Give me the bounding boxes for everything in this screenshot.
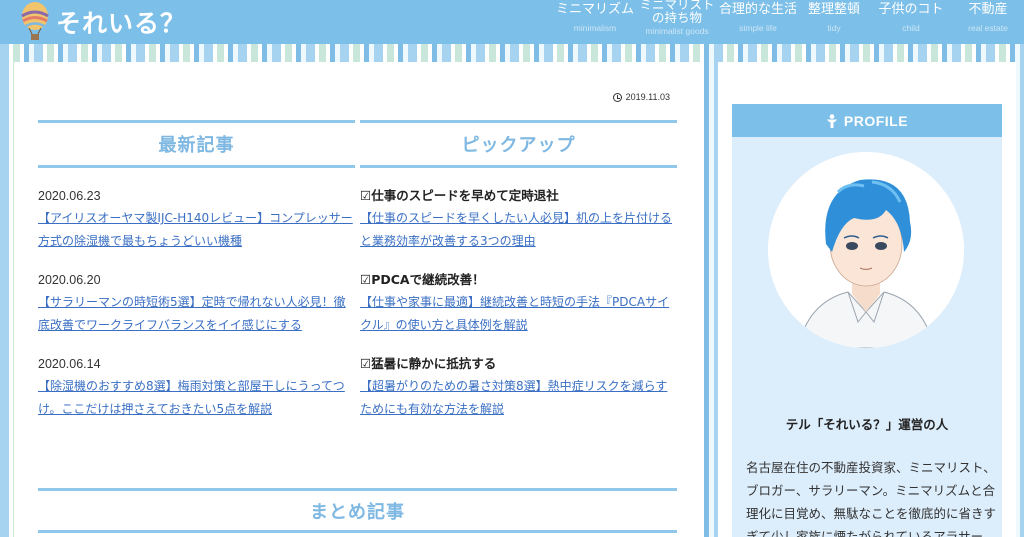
- entry-date: 2020.06.20: [38, 273, 101, 287]
- site-header: それいる？ ミニマリズム minimalism ミニマリスト の持ち物 minim…: [0, 0, 1024, 44]
- nav-label: 子供のコト: [878, 2, 944, 17]
- entry-date: 2020.06.23: [38, 189, 101, 203]
- list-item: 2020.06.23 【アイリスオーヤマ製IJC-H140レビュー】コンプレッサ…: [38, 187, 355, 253]
- profile-header: PROFILE: [732, 104, 1002, 137]
- nav-label: 不動産: [968, 2, 1008, 17]
- entry-link[interactable]: 【超暑がりのための暑さ対策8選】熱中症リスクを減らすためにも有効な方法を解説: [360, 375, 677, 421]
- nav-real-estate[interactable]: 不動産 real estate: [952, 0, 1024, 44]
- nav-sublabel: minimalist goods: [645, 26, 709, 36]
- nav-sublabel: minimalism: [573, 23, 617, 33]
- nav-label: 整理整頓: [807, 2, 860, 17]
- entry-link[interactable]: 【仕事や家事に最適】継続改善と時短の手法『PDCAサイクル』の使い方と具体例を解…: [360, 291, 677, 337]
- pickup-posts: ピックアップ ☑仕事のスピードを早めて定時退社 【仕事のスピードを早くしたい人必…: [360, 120, 677, 416]
- nav-sublabel: child: [902, 23, 920, 33]
- list-item: ☑猛暑に静かに抵抗する 【超暑がりのための暑さ対策8選】熱中症リスクを減らすため…: [360, 355, 677, 421]
- entry-link[interactable]: 【アイリスオーヤマ製IJC-H140レビュー】コンプレッサー方式の除湿機で最もち…: [38, 207, 355, 253]
- summary-heading: まとめ記事: [38, 488, 677, 533]
- site-logo[interactable]: それいる？: [18, 0, 186, 44]
- entry-title: ☑猛暑に静かに抵抗する: [360, 356, 497, 371]
- nav-label: ミニマリズム: [555, 2, 634, 17]
- nav-label: ミニマリスト の持ち物: [639, 0, 715, 25]
- entry-title: ☑PDCAで継続改善！: [360, 272, 485, 287]
- avatar-illustration: [768, 152, 964, 348]
- nav-sublabel: tidy: [827, 23, 841, 33]
- pickup-heading: ピックアップ: [360, 120, 677, 168]
- post-date-text: 2019.11.03: [625, 92, 670, 102]
- nav-simple-life[interactable]: 合理的な生活 simple life: [718, 0, 798, 44]
- list-item: 2020.06.14 【除湿機のおすすめ8選】梅雨対策と部屋干しにうってつけ。こ…: [38, 355, 355, 421]
- clock-icon: [612, 92, 622, 102]
- list-item: 2020.06.20 【サラリーマンの時短術5選】定時で帰れない人必見！徹底改善…: [38, 271, 355, 337]
- profile-bio: 名古屋在住の不動産投資家、ミニマリスト、ブロガー、サラリーマン。ミニマリズムと合…: [746, 460, 997, 537]
- entry-title: ☑仕事のスピードを早めて定時退社: [360, 188, 559, 203]
- list-item: ☑仕事のスピードを早めて定時退社 【仕事のスピードを早くしたい人必見】机の上を片…: [360, 187, 677, 253]
- list-item: ☑PDCAで継続改善！ 【仕事や家事に最適】継続改善と時短の手法『PDCAサイク…: [360, 271, 677, 337]
- nav-minimalism[interactable]: ミニマリズム minimalism: [554, 0, 636, 44]
- nav-child[interactable]: 子供のコト child: [870, 0, 952, 44]
- nav-sublabel: real estate: [968, 23, 1008, 33]
- latest-posts: 最新記事 2020.06.23 【アイリスオーヤマ製IJC-H140レビュー】コ…: [38, 120, 355, 416]
- entry-link[interactable]: 【サラリーマンの時短術5選】定時で帰れない人必見！徹底改善でワークライフバランス…: [38, 291, 355, 337]
- hot-air-balloon-icon: [21, 2, 49, 40]
- profile-card: PROFILE テル「それいる？」運営の人 名古屋在住の不動産投資家、ミニマリス…: [732, 104, 1002, 537]
- entry-date: 2020.06.14: [38, 357, 101, 371]
- person-icon: [826, 113, 837, 128]
- sidebar: PROFILE テル「それいる？」運営の人 名古屋在住の不動産投資家、ミニマリス…: [718, 62, 1016, 537]
- nav-sublabel: simple life: [739, 23, 777, 33]
- latest-posts-heading: 最新記事: [38, 120, 355, 168]
- avatar: [768, 152, 964, 348]
- profile-header-label: PROFILE: [843, 112, 909, 129]
- main-content: 2019.11.03 最新記事 2020.06.23 【アイリスオーヤマ製IJC…: [14, 62, 700, 537]
- entry-link[interactable]: 【除湿機のおすすめ8選】梅雨対策と部屋干しにうってつけ。ここだけは押さえておきた…: [38, 375, 355, 421]
- post-date: 2019.11.03: [612, 92, 670, 102]
- profile-name: テル「それいる？」運営の人: [785, 417, 949, 432]
- nav-minimalist-goods[interactable]: ミニマリスト の持ち物 minimalist goods: [636, 0, 718, 44]
- nav-tidy[interactable]: 整理整頓 tidy: [798, 0, 870, 44]
- site-title: それいる？: [56, 9, 187, 38]
- entry-link[interactable]: 【仕事のスピードを早くしたい人必見】机の上を片付けると業務効率が改善する3つの理…: [360, 207, 677, 253]
- nav-label: 合理的な生活: [718, 2, 797, 17]
- main-nav: ミニマリズム minimalism ミニマリスト の持ち物 minimalist …: [554, 0, 1024, 44]
